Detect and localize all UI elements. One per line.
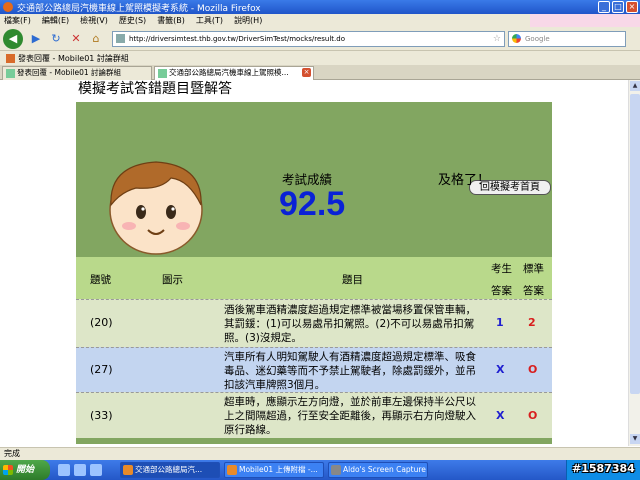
header-standard-2: 答案 — [523, 285, 544, 297]
table-row: (20) 酒後駕車酒精濃度超過規定標準被當場移置保管車輛，其罰鍰：(1)可以易處… — [76, 299, 552, 347]
table-footer-strip — [76, 438, 552, 444]
reload-icon[interactable]: ↻ — [49, 32, 63, 46]
standard-answer: 2 — [528, 316, 536, 329]
search-input[interactable]: Google — [508, 31, 626, 47]
table-header: 題號 圖示 題目 考生 答案 標準 答案 — [76, 257, 552, 299]
firefox-icon — [227, 465, 237, 475]
menu-history[interactable]: 歷史(S) — [119, 15, 146, 26]
header-your-answer-1: 考生 — [491, 263, 512, 275]
stop-icon[interactable]: ✕ — [69, 32, 83, 46]
menu-bookmarks[interactable]: 書籤(B) — [157, 15, 185, 26]
your-answer: X — [496, 363, 505, 376]
bookmark-star-icon[interactable]: ☆ — [493, 32, 501, 46]
question-number: (33) — [90, 409, 113, 422]
standard-answer: O — [528, 363, 538, 376]
menu-edit[interactable]: 編輯(E) — [42, 15, 69, 26]
cartoon-face-image — [109, 161, 203, 255]
header-image: 圖示 — [162, 274, 183, 286]
header-standard-1: 標準 — [523, 263, 544, 275]
menu-view[interactable]: 檢視(V) — [80, 15, 108, 26]
minimize-button[interactable]: _ — [598, 1, 610, 13]
taskbar-item-mobile01[interactable]: Mobile01 上傳附檔 -... — [224, 462, 324, 478]
table-row: (27) 汽車所有人明知駕駛人有酒精濃度超過規定標準、吸食毒品、迷幻藥等而不予禁… — [76, 347, 552, 392]
windows-logo-icon — [3, 465, 13, 475]
menu-file[interactable]: 檔案(F) — [4, 15, 31, 26]
standard-answer: O — [528, 409, 538, 422]
tab-favicon — [6, 69, 15, 78]
taskbar-item-screen-capture[interactable]: Aldo's Screen Capture ... — [328, 462, 428, 478]
scroll-down-icon[interactable]: ▼ — [630, 434, 640, 444]
firefox-icon — [3, 2, 13, 12]
question-text: 汽車所有人明知駕駛人有酒精濃度超過規定標準、吸食毒品、迷幻藥等而不予禁止駕駛者，… — [224, 351, 476, 391]
window-controls: _ □ × — [598, 1, 638, 13]
question-text: 超車時，應顯示左方向燈，並於前車左邊保持半公尺以上之間隔超過，行至安全距離後，再… — [224, 396, 476, 436]
quicklaunch-icon[interactable] — [58, 464, 70, 476]
vertical-scrollbar[interactable]: ▲ ▼ — [628, 80, 640, 446]
score-value: 92.5 — [279, 185, 346, 223]
forward-icon[interactable]: ▶ — [29, 32, 43, 46]
home-icon[interactable]: ⌂ — [89, 32, 103, 46]
your-answer: 1 — [496, 316, 504, 329]
window-title: 交通部公路總局汽機車線上駕照模擬考系統 - Mozilla Firefox — [17, 3, 261, 14]
scroll-up-icon[interactable]: ▲ — [630, 81, 640, 91]
site-favicon — [116, 34, 125, 43]
menu-help[interactable]: 說明(H) — [234, 15, 262, 26]
close-window-button[interactable]: × — [626, 1, 638, 13]
status-text: 完成 — [4, 449, 20, 458]
bookmarks-bar: 發表回覆 - Mobile01 討論群組 — [0, 51, 640, 65]
url-bar[interactable]: http://driversimtest.thb.gov.tw/DriverSi… — [112, 31, 505, 47]
maximize-button[interactable]: □ — [612, 1, 624, 13]
google-icon — [512, 34, 521, 43]
question-number: (27) — [90, 363, 113, 376]
bookmark-icon — [6, 53, 15, 63]
navigation-toolbar: ◀ ▶ ↻ ✕ ⌂ http://driversimtest.thb.gov.t… — [0, 27, 640, 51]
task-label: 交通部公路總局汽... — [135, 465, 203, 474]
quicklaunch-icon[interactable] — [90, 464, 102, 476]
bookmark-item[interactable]: 發表回覆 - Mobile01 討論群組 — [18, 53, 129, 64]
question-text: 酒後駕車酒精濃度超過規定標準被當場移置保管車輛，其罰鍰：(1)可以易處吊扣駕照。… — [224, 304, 476, 344]
pass-label: 及格了！ — [438, 173, 491, 188]
back-button[interactable]: ◀ — [3, 28, 23, 49]
watermark: #1587384 — [572, 462, 635, 475]
quicklaunch-icon[interactable] — [74, 464, 86, 476]
firefox-icon — [123, 465, 133, 475]
table-row: (33) 超車時，應顯示左方向燈，並於前車左邊保持半公尺以上之間隔超過，行至安全… — [76, 392, 552, 438]
header-your-answer-2: 答案 — [491, 285, 512, 297]
page-title: 模擬考試答錯題目暨解答 — [78, 81, 232, 97]
url-text: http://driversimtest.thb.gov.tw/DriverSi… — [129, 35, 345, 43]
page-content: 模擬考試答錯題目暨解答 回模擬考首頁 考試成績 及格了！ 92.5 題號 圖示 … — [76, 72, 552, 444]
capture-app-icon — [331, 465, 341, 475]
search-placeholder: Google — [525, 35, 550, 43]
start-button[interactable]: 開始 — [0, 460, 50, 480]
task-label: Aldo's Screen Capture ... — [343, 465, 428, 474]
question-number: (20) — [90, 316, 113, 329]
task-label: Mobile01 上傳附檔 -... — [239, 465, 318, 474]
your-answer: X — [496, 409, 505, 422]
menu-tools[interactable]: 工具(T) — [196, 15, 223, 26]
header-number: 題號 — [90, 274, 111, 286]
windows-taskbar: 開始 交通部公路總局汽... Mobile01 上傳附檔 -... Aldo's… — [0, 460, 640, 480]
menu-bar: 檔案(F) 編輯(E) 檢視(V) 歷史(S) 書籤(B) 工具(T) 說明(H… — [0, 14, 640, 41]
start-label: 開始 — [16, 465, 35, 475]
status-bar: 完成 — [0, 447, 640, 460]
window-titlebar: 交通部公路總局汽機車線上駕照模擬考系統 - Mozilla Firefox _ … — [0, 0, 640, 14]
header-question: 題目 — [342, 274, 363, 286]
taskbar-item-firefox[interactable]: 交通部公路總局汽... — [120, 462, 220, 478]
scroll-thumb[interactable] — [630, 94, 640, 394]
